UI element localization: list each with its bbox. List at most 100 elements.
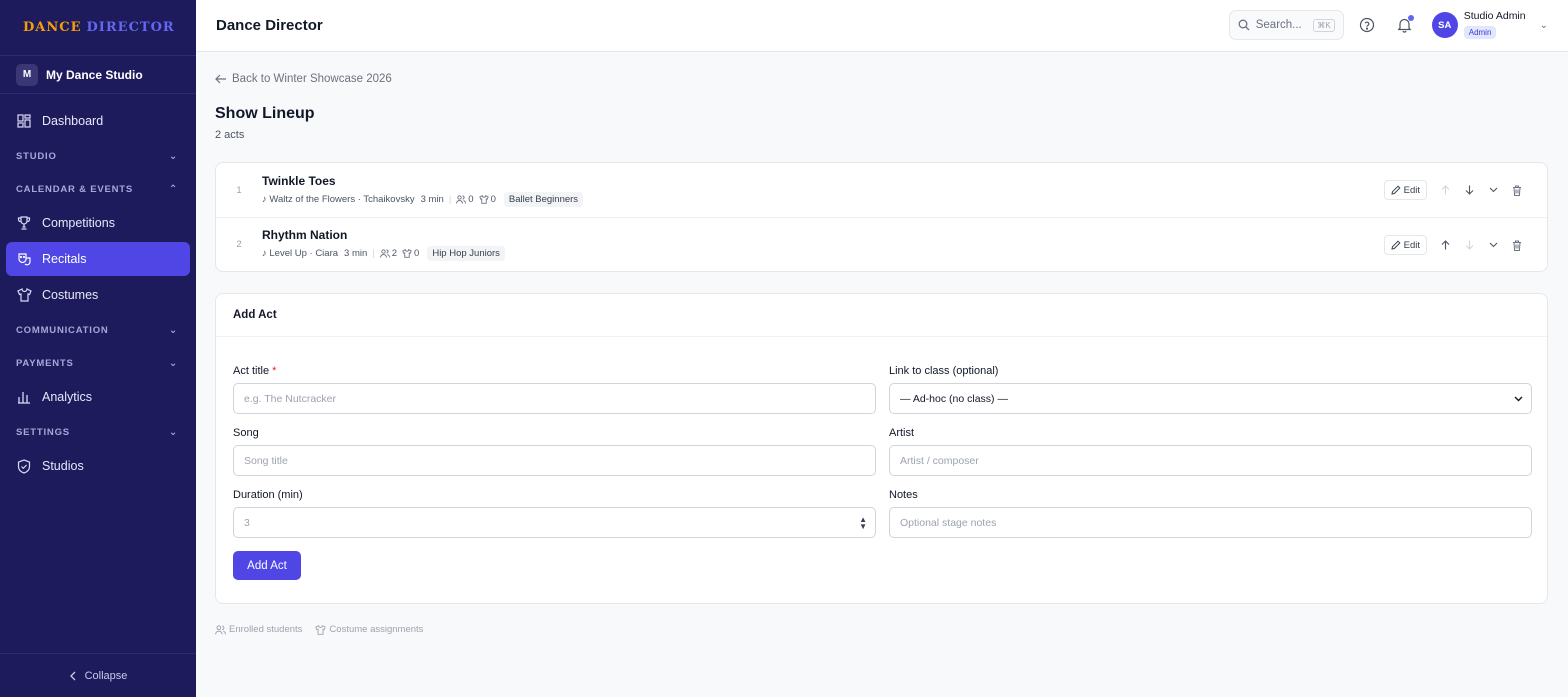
add-act-heading: Add Act — [216, 294, 1547, 337]
back-link[interactable]: Back to Winter Showcase 2026 — [215, 72, 1548, 86]
sidebar-item-label: Studios — [42, 459, 84, 473]
move-down-button[interactable] — [1457, 235, 1481, 255]
arrow-up-icon — [1441, 240, 1450, 250]
search-placeholder: Search... — [1255, 19, 1302, 31]
act-title-input[interactable]: e.g. The Nutcracker — [233, 383, 876, 414]
trash-icon — [1512, 240, 1522, 251]
move-down-button[interactable] — [1457, 180, 1481, 200]
users-icon — [456, 194, 467, 204]
app-title: Dance Director — [216, 17, 323, 34]
artist-label: Artist — [889, 427, 915, 439]
sidebar-item-label: Recitals — [42, 252, 87, 266]
students-count: 0 — [456, 194, 474, 205]
sidebar-item-studios[interactable]: Studios — [6, 449, 190, 483]
chevron-down-icon: ⌄ — [1539, 19, 1548, 31]
costume-assignments-link[interactable]: Costume assignments — [315, 624, 423, 635]
theater-masks-icon — [16, 251, 32, 267]
sidebar-item-dashboard[interactable]: Dashboard — [6, 104, 190, 138]
act-title: Twinkle Toes — [262, 173, 336, 188]
costumes-count: 0 — [478, 194, 496, 205]
sidebar-item-costumes[interactable]: Costumes — [6, 278, 190, 312]
costume-assignments-label: Costume assignments — [329, 624, 424, 635]
divider: | — [448, 193, 452, 205]
users-icon — [379, 249, 390, 258]
act-title-placeholder: e.g. The Nutcracker — [244, 392, 337, 405]
top-header: Dance Director Search... ⌘K SA Studio Ad… — [196, 0, 1568, 52]
sidebar-nav: Dashboard STUDIO ⌄ CALENDAR & EVENTS ⌃ C… — [0, 94, 196, 483]
delete-button[interactable] — [1505, 235, 1529, 255]
move-up-button[interactable] — [1433, 180, 1457, 200]
brand-logo[interactable]: DANCE DIRECTOR — [0, 0, 196, 56]
chevron-down-icon: ⌄ — [168, 358, 178, 369]
help-button[interactable] — [1352, 10, 1382, 40]
avatar: SA — [1431, 12, 1458, 38]
stepper-arrows-icon[interactable]: ▲ ▼ — [859, 515, 867, 530]
notes-label: Notes — [889, 489, 918, 501]
section-studio[interactable]: STUDIO ⌄ — [0, 140, 196, 173]
edit-button[interactable]: Edit — [1383, 180, 1427, 200]
artist-input[interactable]: Artist / composer — [889, 445, 1532, 476]
list-item: 2 Rhythm Nation ♪ Level Up · Ciara 3 min… — [216, 217, 1547, 271]
sidebar-item-recitals[interactable]: Recitals — [6, 242, 190, 276]
act-actions: Edit — [1383, 180, 1529, 200]
studio-switcher[interactable]: M My Dance Studio — [0, 56, 196, 94]
act-meta: ♪ Waltz of the Flowers · Tchaikovsky 3 m… — [262, 191, 584, 207]
move-up-button[interactable] — [1433, 235, 1457, 255]
search-shortcut: ⌘K — [1313, 18, 1335, 32]
section-payments[interactable]: PAYMENTS ⌄ — [0, 347, 196, 380]
chevron-down-icon: ⌄ — [168, 325, 178, 336]
sidebar-item-label: Dashboard — [42, 114, 104, 128]
act-duration: 3 min — [420, 193, 444, 205]
bar-chart-icon — [16, 389, 32, 405]
notifications-button[interactable] — [1390, 10, 1420, 40]
section-label: CALENDAR & EVENTS — [16, 184, 134, 195]
brand-word-2: DIRECTOR — [86, 20, 175, 35]
edit-button[interactable]: Edit — [1383, 235, 1427, 255]
shirt-icon — [16, 287, 32, 303]
expand-button[interactable] — [1481, 180, 1505, 200]
sidebar-item-competitions[interactable]: Competitions — [6, 206, 190, 240]
arrow-down-icon — [1465, 185, 1474, 195]
search-icon — [1238, 19, 1250, 31]
section-label: SETTINGS — [16, 427, 70, 438]
dashboard-icon — [16, 113, 32, 129]
shirt-icon — [315, 624, 327, 635]
class-label: Link to class (optional) — [889, 365, 999, 377]
duration-stepper[interactable]: 3 ▲ ▼ — [233, 507, 876, 538]
section-communication[interactable]: COMMUNICATION ⌄ — [0, 314, 196, 347]
required-mark: * — [272, 365, 277, 377]
section-label: STUDIO — [16, 151, 57, 162]
section-calendar-events[interactable]: CALENDAR & EVENTS ⌃ — [0, 173, 196, 206]
add-act-button[interactable]: Add Act — [233, 551, 301, 580]
sidebar-item-label: Costumes — [42, 288, 99, 302]
trash-icon — [1512, 185, 1522, 196]
students-value: 2 — [391, 248, 398, 259]
search-input[interactable]: Search... ⌘K — [1228, 10, 1344, 40]
song-input[interactable]: Song title — [233, 445, 876, 476]
class-select[interactable]: — Ad-hoc (no class) — — [889, 383, 1532, 414]
user-info: Studio Admin Admin — [1463, 10, 1526, 40]
main-content: Back to Winter Showcase 2026 Show Lineup… — [215, 52, 1548, 635]
delete-button[interactable] — [1505, 180, 1529, 200]
back-link-label: Back to Winter Showcase 2026 — [232, 73, 392, 85]
notes-input[interactable]: Optional stage notes — [889, 507, 1532, 538]
add-act-card: Add Act Act title * e.g. The Nutcracker … — [215, 293, 1548, 604]
collapse-button[interactable]: Collapse — [0, 653, 196, 697]
edit-label: Edit — [1403, 239, 1420, 251]
sidebar-item-analytics[interactable]: Analytics — [6, 380, 190, 414]
user-menu[interactable]: SA Studio Admin Admin ⌄ — [1431, 10, 1548, 40]
brand-word-1: DANCE — [23, 20, 82, 35]
section-settings[interactable]: SETTINGS ⌄ — [0, 416, 196, 449]
notes-field: Notes Optional stage notes — [889, 489, 1532, 538]
studio-name: My Dance Studio — [46, 67, 143, 82]
enrolled-students-link[interactable]: Enrolled students — [215, 624, 302, 635]
chevron-down-icon — [1514, 396, 1523, 402]
expand-button[interactable] — [1481, 235, 1505, 255]
chevron-down-icon: ⌄ — [168, 427, 178, 438]
notification-dot — [1407, 15, 1414, 21]
act-details: Rhythm Nation ♪ Level Up · Ciara 3 min |… — [262, 228, 505, 261]
section-label: PAYMENTS — [16, 358, 74, 369]
duration-value: 3 — [244, 516, 250, 529]
act-meta: ♪ Level Up · Ciara 3 min | 2 0 Hip Hop J… — [262, 246, 505, 261]
sidebar: DANCE DIRECTOR M My Dance Studio Dashboa… — [0, 0, 196, 697]
